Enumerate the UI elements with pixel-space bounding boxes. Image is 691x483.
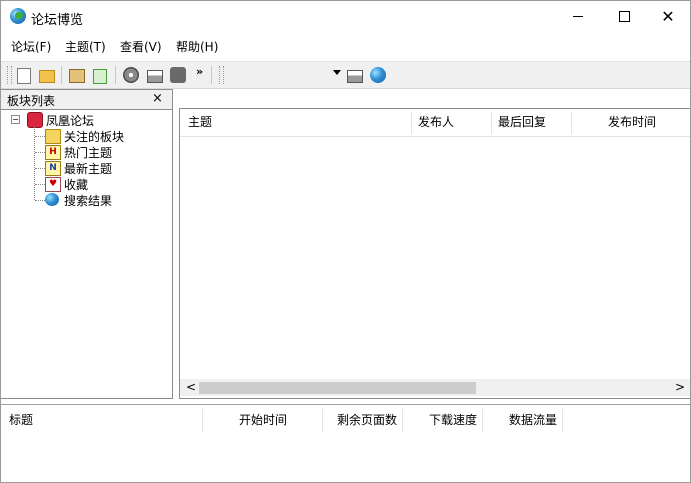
column-header-author[interactable]: 发布人 <box>418 109 454 136</box>
column-header-title[interactable]: 标题 <box>9 405 33 435</box>
column-header-download-speed[interactable]: 下载速度 <box>429 405 477 435</box>
download-list: 标题 开始时间 剩余页面数 下载速度 数据流量 <box>1 404 690 482</box>
toolbar-grip[interactable] <box>219 66 224 84</box>
title-bar: 论坛博览 ✕ <box>1 1 690 32</box>
toolbar: » <box>1 61 690 89</box>
print-icon[interactable] <box>147 70 163 83</box>
collapse-toggle-icon[interactable]: − <box>11 115 20 124</box>
column-header-remaining-pages[interactable]: 剩余页面数 <box>337 405 397 435</box>
scrollbar-thumb[interactable] <box>199 382 476 394</box>
minimize-button[interactable] <box>555 1 601 32</box>
forum-logo-icon <box>27 112 43 128</box>
column-header-start-time[interactable]: 开始时间 <box>239 405 287 435</box>
toolbar-separator <box>61 66 62 84</box>
maximize-icon <box>619 11 630 22</box>
globe-icon <box>45 193 59 206</box>
topic-list: 主题 发布人 最后回复 发布时间 < > <box>179 108 690 399</box>
properties-icon[interactable] <box>69 69 85 83</box>
topic-list-header: 主题 发布人 最后回复 发布时间 <box>180 109 690 137</box>
minimize-icon <box>573 16 583 17</box>
column-divider[interactable] <box>411 112 412 134</box>
close-button[interactable]: ✕ <box>645 1 690 32</box>
toolbar-separator <box>211 66 212 84</box>
tree-item-root[interactable]: 凤凰论坛 <box>46 112 94 129</box>
favorites-icon: ♥ <box>45 177 61 192</box>
column-divider[interactable] <box>202 409 203 433</box>
tree-connector <box>35 200 45 201</box>
board-list-header: 板块列表 × <box>1 90 172 110</box>
disc-icon[interactable] <box>123 67 139 83</box>
toolbar-separator <box>115 66 116 84</box>
column-header-last-reply[interactable]: 最后回复 <box>498 109 546 136</box>
forum-select[interactable] <box>229 66 341 84</box>
tree-item-latest-topics[interactable]: 最新主题 <box>64 160 112 177</box>
toolbar-overflow-chevron-icon[interactable]: » <box>196 65 203 78</box>
column-divider[interactable] <box>402 409 403 433</box>
column-divider[interactable] <box>571 112 572 134</box>
hot-topic-icon: H <box>45 145 61 160</box>
board-list-pane: 板块列表 × − 凤凰论坛 关注的板块 H 热门主题 N 最新主题 ♥ 收藏 搜… <box>1 89 173 399</box>
board-list-title: 板块列表 <box>7 94 56 108</box>
tree-item-followed-boards[interactable]: 关注的板块 <box>64 128 124 145</box>
close-pane-icon[interactable]: × <box>152 91 163 106</box>
new-document-icon[interactable] <box>17 68 31 84</box>
column-divider[interactable] <box>491 112 492 134</box>
print-icon[interactable] <box>347 70 363 83</box>
column-header-topic[interactable]: 主题 <box>188 109 212 136</box>
tree-connector <box>35 184 45 185</box>
window-title: 论坛博览 <box>31 13 84 28</box>
scroll-left-icon[interactable]: < <box>186 380 196 394</box>
media-icon[interactable] <box>170 67 186 83</box>
column-divider[interactable] <box>482 409 483 433</box>
close-icon: ✕ <box>661 7 675 26</box>
tree-connector <box>35 168 45 169</box>
tree-item-hot-topics[interactable]: 热门主题 <box>64 144 112 161</box>
menu-view[interactable]: 查看(V) <box>120 38 162 55</box>
horizontal-scrollbar[interactable]: < > <box>180 379 690 396</box>
column-header-data-traffic[interactable]: 数据流量 <box>509 405 557 435</box>
menu-topic[interactable]: 主题(T) <box>65 38 106 55</box>
column-divider[interactable] <box>562 409 563 433</box>
tree-connector <box>34 127 35 200</box>
maximize-button[interactable] <box>601 1 647 32</box>
refresh-icon[interactable] <box>93 69 107 84</box>
tree-item-search-results[interactable]: 搜索结果 <box>64 192 112 209</box>
new-topic-icon: N <box>45 161 61 176</box>
app-window: 论坛博览 ✕ 论坛(F) 主题(T) 查看(V) 帮助(H) » 板块列表 × … <box>0 0 691 483</box>
folder-icon <box>45 129 61 144</box>
tree-connector <box>35 136 45 137</box>
toolbar-grip[interactable] <box>7 66 12 84</box>
open-folder-icon[interactable] <box>39 70 55 83</box>
menu-forum[interactable]: 论坛(F) <box>11 38 51 55</box>
scroll-right-icon[interactable]: > <box>675 380 685 394</box>
menu-bar: 论坛(F) 主题(T) 查看(V) 帮助(H) <box>1 34 690 56</box>
column-divider[interactable] <box>322 409 323 433</box>
board-tree: − 凤凰论坛 关注的板块 H 热门主题 N 最新主题 ♥ 收藏 搜索结果 <box>1 110 172 398</box>
globe-icon[interactable] <box>370 67 386 83</box>
chevron-down-icon <box>333 70 341 75</box>
menu-help[interactable]: 帮助(H) <box>176 38 218 55</box>
tree-item-favorites[interactable]: 收藏 <box>64 176 88 193</box>
tree-connector <box>35 152 45 153</box>
app-globe-icon <box>10 8 26 24</box>
column-header-post-time[interactable]: 发布时间 <box>608 109 656 136</box>
